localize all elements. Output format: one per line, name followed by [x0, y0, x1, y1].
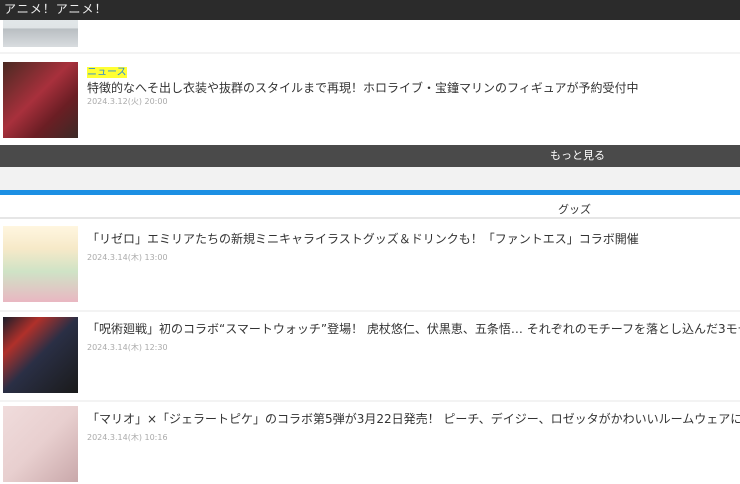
spacer: [0, 167, 740, 190]
site-title[interactable]: アニメ！アニメ！: [4, 2, 108, 16]
category-label[interactable]: ニュース: [87, 63, 127, 78]
divider: [0, 52, 740, 54]
article-title[interactable]: 特徴的なへそ出し衣装や抜群のスタイルまで再現！ホロライブ・宝鐘マリンのフィギュア…: [87, 79, 639, 96]
divider: [0, 400, 740, 402]
article-date: 2024.3.14(木) 10:16: [87, 433, 168, 442]
article-thumbnail[interactable]: [3, 317, 78, 393]
more-button[interactable]: もっと見る: [0, 145, 740, 167]
site-header: アニメ！アニメ！: [0, 0, 740, 20]
article-title[interactable]: 「呪術廻戦」初のコラボ“スマートウォッチ”登場！ 虎杖悠仁、伏黒恵、五条悟… そ…: [87, 320, 740, 337]
article-title[interactable]: 「マリオ」×「ジェラートピケ」のコラボ第5弾が3月22日発売！ ピーチ、デイジー…: [87, 410, 740, 427]
article-thumbnail[interactable]: [3, 406, 78, 482]
divider: [0, 310, 740, 312]
article-date: 2024.3.12(火) 20:00: [87, 97, 168, 106]
article-thumbnail[interactable]: [3, 226, 78, 302]
article-thumbnail[interactable]: [3, 62, 78, 138]
article-title[interactable]: 「リゼロ」エミリアたちの新規ミニキャライラストグッズ＆ドリンクも！「ファントエス…: [87, 230, 639, 247]
section-accent-bar: [0, 190, 740, 195]
article-date: 2024.3.14(木) 12:30: [87, 343, 168, 352]
section-heading: グッズ: [0, 198, 740, 219]
article-date: 2024.3.14(木) 13:00: [87, 253, 168, 262]
